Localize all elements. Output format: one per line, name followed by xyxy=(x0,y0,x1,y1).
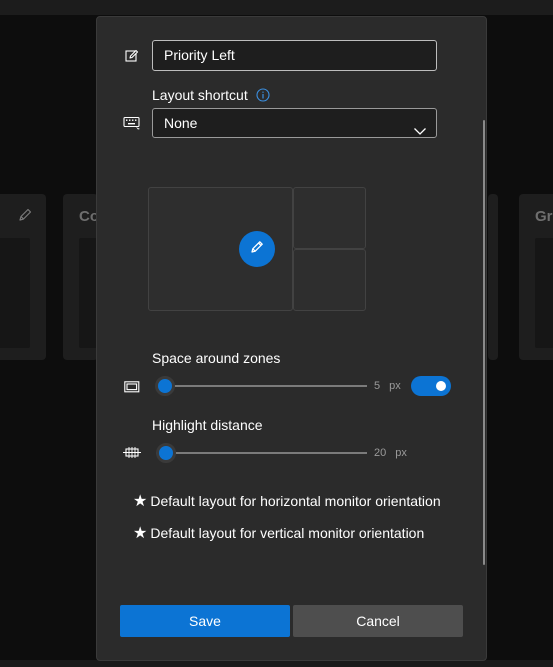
top-bar xyxy=(0,0,553,15)
space-slider-track[interactable] xyxy=(156,385,367,387)
chevron-down-icon xyxy=(413,117,427,145)
pencil-icon xyxy=(249,239,265,260)
background-layout-card-far-right[interactable]: Gri xyxy=(519,194,553,360)
highlight-value: 20 px xyxy=(374,447,407,459)
keyboard-icon xyxy=(123,116,141,135)
cancel-button[interactable]: Cancel xyxy=(293,605,463,637)
space-number: 5 xyxy=(374,380,381,392)
highlight-slider-thumb[interactable] xyxy=(156,443,176,463)
space-around-zones-label: Space around zones xyxy=(152,350,281,366)
star-icon: ★ xyxy=(133,493,148,510)
layout-shortcut-value: None xyxy=(164,115,198,131)
default-vertical-option[interactable]: ★ Default layout for vertical monitor ori… xyxy=(133,523,424,543)
default-horizontal-label: Default layout for horizontal monitor or… xyxy=(150,493,441,509)
space-slider-thumb[interactable] xyxy=(155,376,175,396)
highlight-unit: px xyxy=(395,447,407,459)
spacing-icon xyxy=(124,380,140,398)
space-value: 5 px xyxy=(374,380,401,392)
default-vertical-label: Default layout for vertical monitor orie… xyxy=(150,525,425,541)
layout-shortcut-dropdown[interactable]: None xyxy=(152,108,437,138)
highlight-distance-label: Highlight distance xyxy=(152,417,263,433)
edit-zones-button[interactable] xyxy=(239,231,275,267)
zone-bottom-right[interactable] xyxy=(293,249,366,311)
bottom-strip xyxy=(0,660,553,667)
background-layout-card-right[interactable] xyxy=(488,194,498,360)
background-layout-card-center[interactable]: Co xyxy=(63,194,99,360)
toggle-knob xyxy=(436,381,446,391)
rename-icon xyxy=(125,49,139,68)
save-button[interactable]: Save xyxy=(120,605,290,637)
background-card-title: Gri xyxy=(535,208,553,225)
background-pencil-icon[interactable] xyxy=(17,207,33,228)
zone-top-right[interactable] xyxy=(293,187,366,249)
layout-name-input[interactable]: Priority Left xyxy=(152,40,437,71)
space-unit: px xyxy=(389,380,401,392)
highlight-distance-icon xyxy=(123,446,141,465)
default-horizontal-option[interactable]: ★ Default layout for horizontal monitor o… xyxy=(133,491,441,511)
highlight-number: 20 xyxy=(374,447,387,459)
highlight-slider-track[interactable] xyxy=(156,452,367,454)
layout-shortcut-label: Layout shortcut xyxy=(152,87,248,103)
dialog-scrollbar[interactable] xyxy=(483,120,485,565)
star-icon: ★ xyxy=(133,525,148,542)
space-around-zones-toggle[interactable] xyxy=(411,376,451,396)
info-icon[interactable] xyxy=(256,88,270,107)
